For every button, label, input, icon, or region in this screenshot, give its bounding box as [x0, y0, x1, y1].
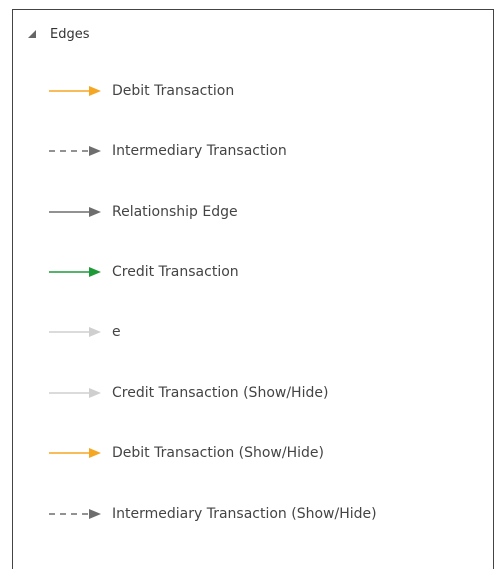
edges-group-header[interactable]: Edges	[27, 24, 90, 44]
legend-item-label: Debit Transaction (Show/Hide)	[112, 445, 324, 461]
legend-item-debit-transaction-show-hide[interactable]: Debit Transaction (Show/Hide)	[49, 442, 324, 464]
legend-item-intermediary-transaction-show-hide[interactable]: Intermediary Transaction (Show/Hide)	[49, 503, 377, 525]
legend-item-credit-transaction-show-hide[interactable]: Credit Transaction (Show/Hide)	[49, 382, 328, 404]
legend-item-e[interactable]: e	[49, 321, 121, 343]
edge-arrow-icon	[49, 267, 101, 277]
legend-item-label: Intermediary Transaction (Show/Hide)	[112, 506, 377, 522]
edge-arrow-icon	[49, 388, 101, 398]
edge-arrow-icon	[49, 327, 101, 337]
legend-item-label: e	[112, 324, 121, 340]
legend-item-label: Intermediary Transaction	[112, 143, 287, 159]
legend-item-credit-transaction[interactable]: Credit Transaction	[49, 261, 239, 283]
legend-item-label: Debit Transaction	[112, 83, 235, 99]
group-label: Edges	[50, 26, 90, 42]
edge-arrow-icon	[49, 448, 101, 458]
legend-item-label: Credit Transaction	[112, 264, 239, 280]
legend-item-debit-transaction[interactable]: Debit Transaction	[49, 80, 234, 102]
edge-arrow-icon	[49, 509, 101, 519]
legend-item-relationship-edge[interactable]: Relationship Edge	[49, 201, 238, 223]
edge-arrow-icon	[49, 207, 101, 217]
legend-item-intermediary-transaction[interactable]: Intermediary Transaction	[49, 140, 287, 162]
edges-legend-panel: Edges Debit Transaction Intermediary Tra…	[12, 9, 494, 569]
edge-arrow-icon	[49, 86, 101, 96]
legend-item-label: Relationship Edge	[112, 204, 238, 220]
caret-expanded-icon[interactable]	[27, 29, 37, 39]
legend-item-label: Credit Transaction (Show/Hide)	[112, 385, 329, 401]
edge-arrow-icon	[49, 146, 101, 156]
